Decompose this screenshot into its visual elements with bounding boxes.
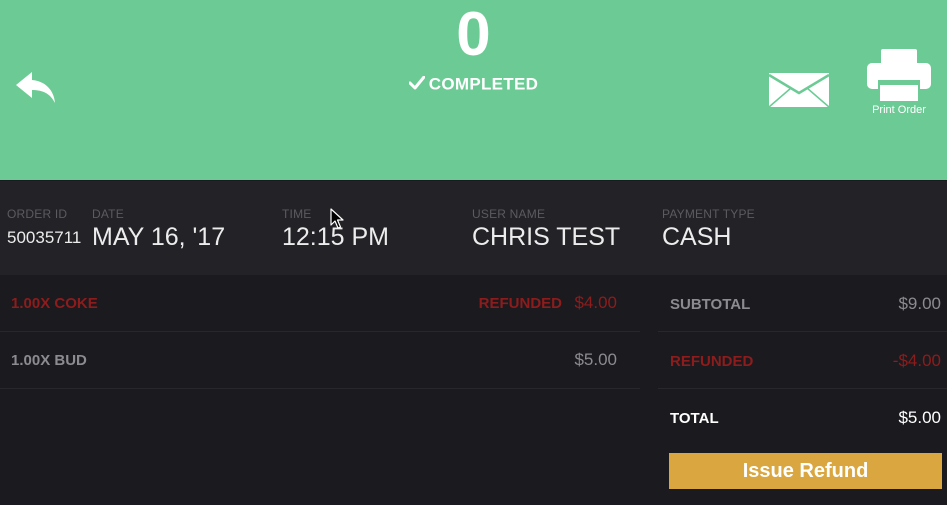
- subtotal-row: SUBTOTAL $9.00: [658, 275, 947, 332]
- order-header: 0 COMPLETED Print Order: [0, 0, 947, 180]
- item-name: 1.00X COKE: [11, 295, 98, 312]
- payment-type-field: PAYMENT TYPE CASH: [662, 207, 755, 253]
- checkmark-icon: [408, 75, 426, 95]
- refunded-label: REFUNDED: [670, 353, 754, 370]
- user-name-field: USER NAME CHRIS TEST: [472, 207, 620, 253]
- date-label: DATE: [92, 207, 124, 221]
- order-info-bar: ORDER ID 50035711 DATE MAY 16, '17 TIME …: [0, 181, 947, 275]
- order-id-value: 50035711: [7, 228, 82, 247]
- subtotal-value: $9.00: [898, 294, 941, 313]
- user-name-label: USER NAME: [472, 207, 546, 221]
- item-price: $5.00: [574, 350, 617, 369]
- print-order-label: Print Order: [872, 104, 926, 116]
- line-items-list: 1.00X COKE REFUNDED $4.00 1.00X BUD $5.0…: [0, 275, 640, 389]
- order-id-field: ORDER ID 50035711: [7, 207, 81, 255]
- refunded-tag: REFUNDED: [478, 295, 562, 312]
- payment-type-label: PAYMENT TYPE: [662, 207, 755, 221]
- printer-icon: [867, 49, 931, 103]
- total-row: TOTAL $5.00: [658, 389, 947, 445]
- refunded-value: -$4.00: [892, 351, 941, 370]
- refunded-row: REFUNDED -$4.00: [658, 332, 947, 389]
- order-id-label: ORDER ID: [7, 207, 68, 221]
- order-summary: SUBTOTAL $9.00 REFUNDED -$4.00 TOTAL $5.…: [658, 275, 947, 445]
- payment-type-value: CASH: [662, 223, 732, 251]
- item-price: $4.00: [574, 293, 617, 312]
- line-item-bud[interactable]: 1.00X BUD $5.00: [0, 332, 640, 389]
- line-item-coke[interactable]: 1.00X COKE REFUNDED $4.00: [0, 275, 640, 332]
- date-value: MAY 16, '17: [92, 223, 226, 251]
- issue-refund-button[interactable]: Issue Refund: [669, 453, 942, 489]
- subtotal-label: SUBTOTAL: [670, 296, 751, 313]
- status-label: COMPLETED: [428, 74, 539, 94]
- email-receipt-button[interactable]: [767, 71, 831, 109]
- total-value: $5.00: [898, 408, 941, 427]
- print-order-button[interactable]: Print Order: [862, 46, 936, 126]
- mouse-cursor-icon: [330, 208, 344, 235]
- total-label: TOTAL: [670, 410, 719, 427]
- envelope-icon: [768, 73, 830, 108]
- user-name-value: CHRIS TEST: [472, 223, 621, 251]
- date-field: DATE MAY 16, '17: [92, 207, 225, 253]
- order-count: 0: [456, 0, 491, 69]
- item-name: 1.00X BUD: [11, 352, 87, 369]
